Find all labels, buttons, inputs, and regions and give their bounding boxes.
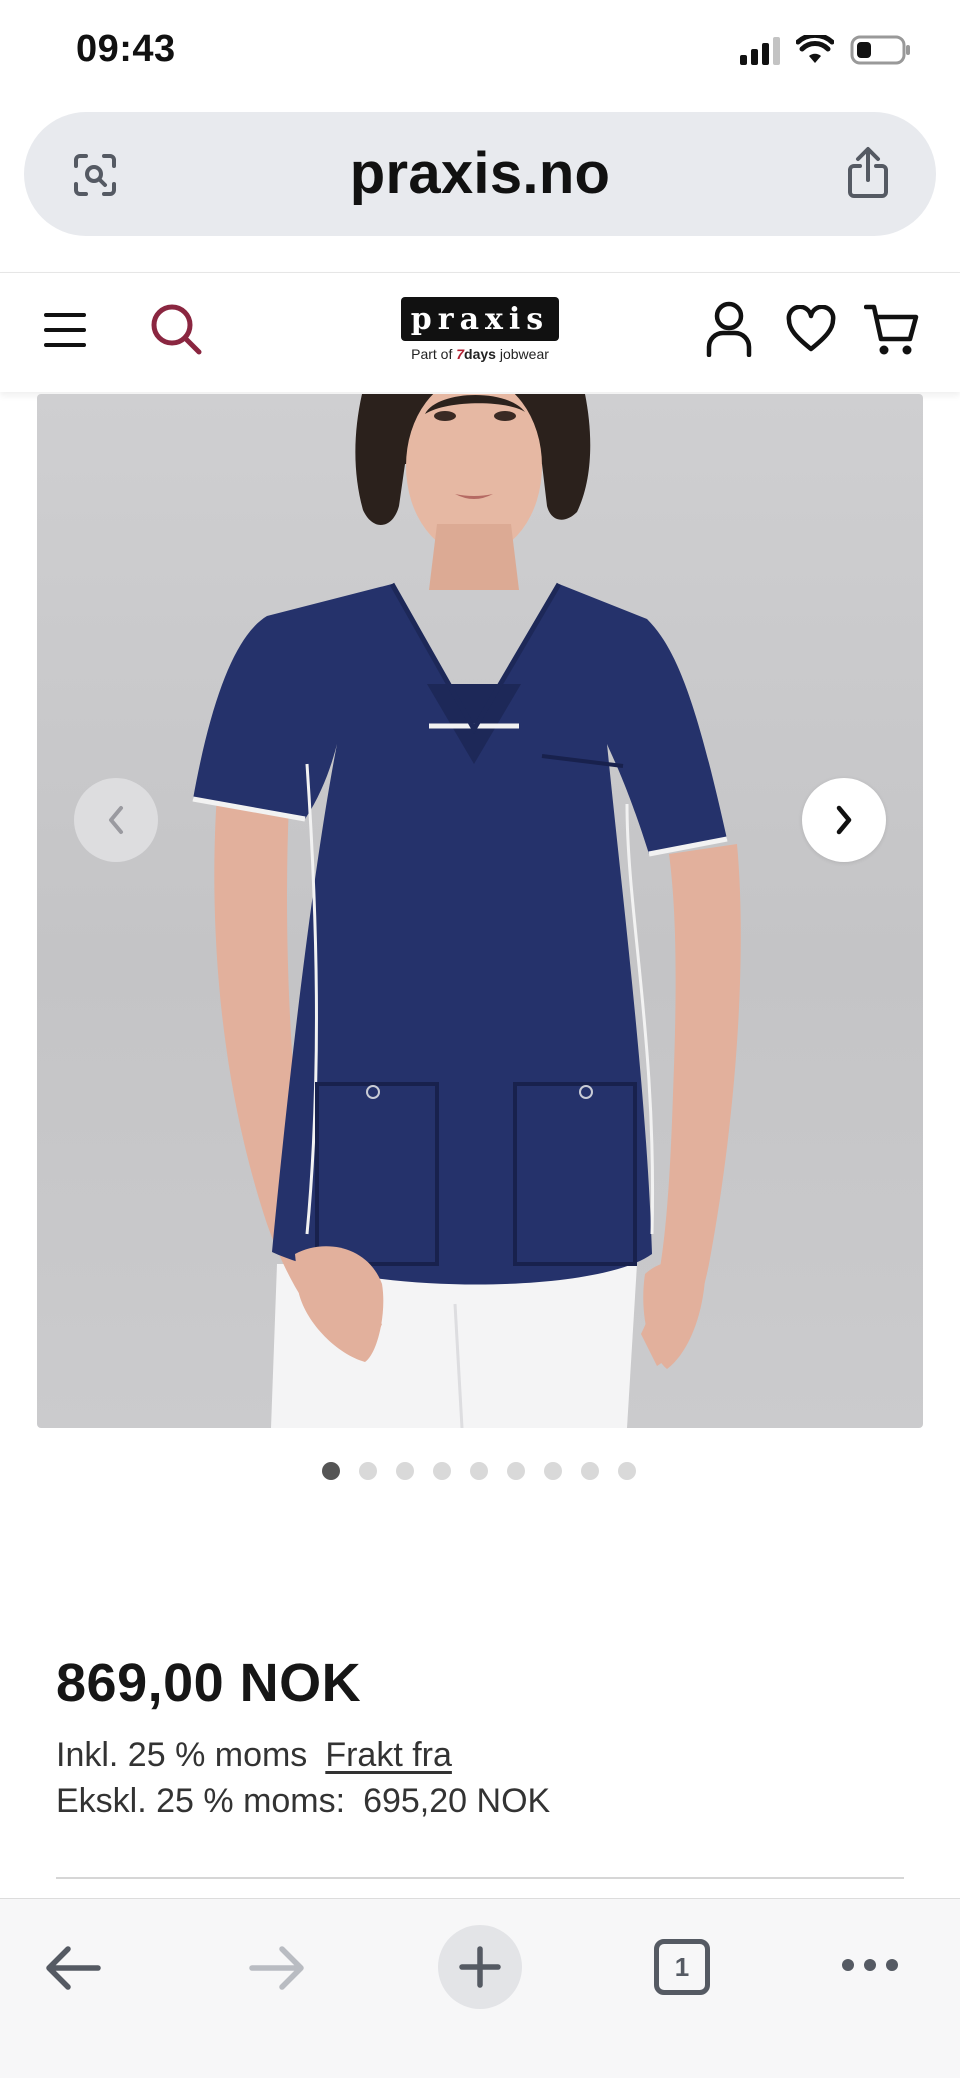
carousel-dot[interactable] xyxy=(396,1462,414,1480)
carousel-dot[interactable] xyxy=(581,1462,599,1480)
url-text[interactable]: praxis.no xyxy=(24,140,936,207)
carousel-dot[interactable] xyxy=(359,1462,377,1480)
cart-icon[interactable] xyxy=(864,303,920,357)
carousel-dot[interactable] xyxy=(507,1462,525,1480)
chevron-right-icon xyxy=(836,805,852,835)
site-logo[interactable]: praxis Part of 7days jobwear xyxy=(398,297,562,371)
product-price: 869,00 NOK xyxy=(56,1653,362,1713)
carousel-indicator xyxy=(322,1462,636,1480)
cellular-signal-icon xyxy=(740,35,780,65)
more-options-icon[interactable] xyxy=(842,1959,898,1975)
site-header: praxis Part of 7days jobwear xyxy=(0,272,960,392)
carousel-dot[interactable] xyxy=(544,1462,562,1480)
logo-tagline: Part of 7days jobwear xyxy=(411,346,549,362)
new-tab-button[interactable] xyxy=(438,1925,522,2009)
plus-icon xyxy=(459,1946,501,1988)
logo-wordmark: praxis xyxy=(401,297,559,341)
vat-excluded-line: Ekskl. 25 % moms: 695,20 NOK xyxy=(56,1782,550,1821)
browser-toolbar: 1 xyxy=(0,1898,960,2078)
vat-included-label: Inkl. 25 % moms xyxy=(56,1736,308,1774)
next-image-button[interactable] xyxy=(802,778,886,862)
carousel-dot[interactable] xyxy=(470,1462,488,1480)
product-image[interactable] xyxy=(37,394,923,1428)
vat-excluded-label: Ekskl. 25 % moms: xyxy=(56,1782,346,1820)
search-icon[interactable] xyxy=(148,301,204,357)
chevron-left-icon xyxy=(109,806,123,834)
carousel-dot[interactable] xyxy=(433,1462,451,1480)
vat-excluded-price: 695,20 NOK xyxy=(363,1782,551,1820)
battery-icon xyxy=(850,35,910,65)
address-bar[interactable]: praxis.no xyxy=(24,112,936,236)
back-arrow-icon[interactable] xyxy=(44,1943,102,1993)
divider xyxy=(56,1877,904,1879)
previous-image-button[interactable] xyxy=(74,778,158,862)
carousel-dot[interactable] xyxy=(618,1462,636,1480)
carousel-dot[interactable] xyxy=(322,1462,340,1480)
heart-icon[interactable] xyxy=(786,305,836,353)
wifi-icon xyxy=(796,35,834,63)
menu-icon[interactable] xyxy=(44,313,86,347)
status-time: 09:43 xyxy=(76,28,176,70)
forward-arrow-icon[interactable] xyxy=(248,1943,306,1993)
status-icons xyxy=(740,34,912,66)
tab-count-button[interactable]: 1 xyxy=(654,1939,710,1995)
share-icon[interactable] xyxy=(844,146,892,200)
freight-link[interactable]: Frakt fra xyxy=(325,1736,452,1774)
status-bar: 09:43 xyxy=(0,0,960,105)
account-icon[interactable] xyxy=(706,301,752,357)
vat-included-line: Inkl. 25 % moms Frakt fra xyxy=(56,1736,452,1775)
